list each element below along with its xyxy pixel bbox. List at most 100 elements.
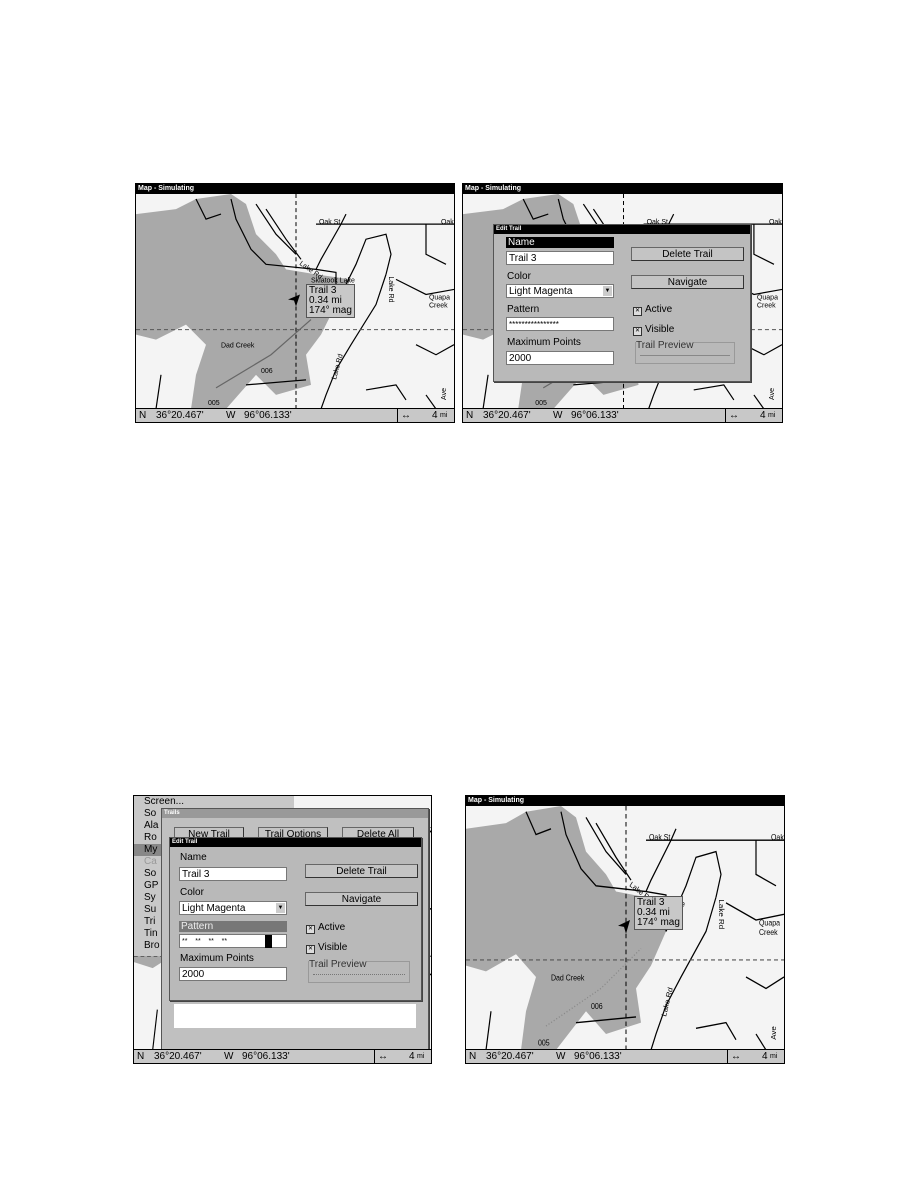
waypoint-005[interactable]: 005: [535, 400, 547, 407]
map-screen-edit-trail: Map - Simulating Oak St Oak Skiatook Lak…: [462, 183, 783, 423]
menu-item[interactable]: Screen...: [134, 796, 294, 808]
label-quapaw: Quapa: [757, 294, 778, 301]
color-dropdown[interactable]: Light Magenta ▼: [179, 901, 287, 915]
longitude: 96°06.133': [574, 1051, 622, 1062]
map-view[interactable]: Oak St Oak Skiatook Lake Lake Rd Lake Rd…: [466, 806, 784, 1050]
color-value: Light Magenta: [509, 286, 573, 297]
checkbox-checked-icon: ✕: [633, 307, 642, 316]
pattern-label: Pattern: [179, 921, 287, 932]
scale-value: 4: [409, 1051, 415, 1062]
lat-hemisphere: N: [139, 410, 147, 421]
color-label: Color: [180, 887, 204, 898]
trail-preview-line: [640, 355, 730, 356]
trail-bearing: 174° mag: [637, 917, 680, 928]
trail-preview: Trail Preview: [308, 959, 410, 983]
trails-menu-screen: Oak St Oak Skiatook Lake Lake Rd Lake Rd…: [133, 795, 432, 1064]
scale-unit: mi: [440, 412, 448, 419]
trail-preview-label: Trail Preview: [309, 959, 367, 970]
waypoint-005[interactable]: 005: [538, 1038, 550, 1048]
zoom-scale[interactable]: ↔ 4 mi: [727, 1050, 784, 1063]
range-arrows-icon: ↔: [729, 410, 739, 421]
label-creek: Creek: [429, 303, 448, 310]
waypoint-006[interactable]: 006: [591, 1002, 603, 1012]
range-arrows-icon: ↔: [401, 410, 411, 421]
zoom-scale[interactable]: ↔ 4 mi: [725, 409, 782, 422]
pattern-value: ** ** ** **: [182, 938, 228, 945]
label-oak: Oak: [771, 833, 784, 843]
longitude: 96°06.133': [242, 1051, 290, 1062]
color-value: Light Magenta: [182, 903, 246, 914]
status-bar: N 36°20.467' W 96°06.133' ↔ 4 mi: [466, 1049, 784, 1063]
zoom-scale[interactable]: ↔ 4 mi: [397, 409, 454, 422]
max-points-field[interactable]: 2000: [179, 967, 287, 981]
scale-unit: mi: [417, 1053, 425, 1060]
visible-checkbox[interactable]: ✕ Visible: [633, 324, 674, 336]
scale-value: 4: [432, 410, 438, 421]
screen-title: Map - Simulating: [463, 184, 782, 194]
map-screen-trail-dotted: Map - Simulating Oak St Oak Skiatook Lak…: [465, 795, 785, 1064]
trail-preview-label: Trail Preview: [636, 340, 694, 351]
name-label: Name: [180, 852, 207, 863]
name-label: Name: [506, 237, 614, 248]
delete-trail-button[interactable]: Delete Trail: [631, 247, 744, 261]
label-lake-rd: Lake Rd: [387, 276, 394, 302]
label-creek: Creek: [759, 927, 778, 937]
delete-trail-button[interactable]: Delete Trail: [305, 864, 418, 878]
map-graphic: Oak St Oak Skiatook Lake Lake Rd Lake Rd…: [466, 806, 784, 1050]
label-oak-st: Oak St: [649, 833, 671, 843]
name-field[interactable]: Trail 3: [179, 867, 287, 881]
max-points-label: Maximum Points: [180, 953, 254, 964]
lat-hemisphere: N: [466, 410, 474, 421]
pattern-field[interactable]: ****************: [506, 317, 614, 331]
pattern-field[interactable]: ** ** ** **: [179, 934, 287, 948]
checkbox-checked-icon: ✕: [633, 327, 642, 336]
status-bar: N 36°20.467' W 96°06.133' ↔ 4 mi: [134, 1049, 431, 1063]
lon-hemisphere: W: [226, 410, 236, 421]
max-points-field[interactable]: 2000: [506, 351, 614, 365]
scale-unit: mi: [770, 1053, 778, 1060]
status-bar: N 36°20.467' W 96°06.133' ↔ 4 mi: [136, 408, 454, 422]
name-field[interactable]: Trail 3: [506, 251, 614, 265]
latitude: 36°20.467': [154, 1051, 202, 1062]
text-cursor: [265, 935, 272, 948]
dialog-title: Edit Trail: [170, 838, 421, 847]
color-dropdown[interactable]: Light Magenta ▼: [506, 284, 614, 298]
label-dad-creek: Dad Creek: [551, 973, 585, 983]
map-screen-trail-info: Map - Simulating Oak St Oak Skiatook Lak…: [135, 183, 455, 423]
screen-title: Map - Simulating: [136, 184, 454, 194]
trail-info-popup: Trail 3 0.34 mi 174° mag: [306, 284, 355, 318]
lon-hemisphere: W: [556, 1051, 566, 1062]
edit-trail-dialog: Edit Trail Name Trail 3 Color Light Mage…: [169, 837, 422, 1001]
map-view[interactable]: Oak St Oak Skiatook Lake Lake Rd Lake Rd…: [136, 194, 454, 409]
active-checkbox[interactable]: ✕ Active: [633, 304, 672, 316]
waypoint-006[interactable]: 006: [261, 368, 273, 375]
lon-hemisphere: W: [224, 1051, 234, 1062]
trail-preview: Trail Preview: [635, 340, 735, 364]
map-graphic: Oak St Oak Skiatook Lake Lake Rd Lake Rd…: [136, 194, 454, 409]
visible-checkbox[interactable]: ✕ Visible: [306, 942, 347, 954]
label-lake-rd: Lake Rd: [717, 899, 725, 929]
active-checkbox[interactable]: ✕ Active: [306, 922, 345, 934]
trail-info-popup: Trail 3 0.34 mi 174° mag: [634, 896, 683, 930]
screen-title: Map - Simulating: [466, 796, 784, 806]
range-arrows-icon: ↔: [378, 1051, 388, 1062]
pattern-label: Pattern: [507, 304, 540, 315]
trail-preview-line: [313, 974, 405, 975]
navigate-button[interactable]: Navigate: [631, 275, 744, 289]
label-creek: Creek: [757, 303, 776, 310]
navigate-button[interactable]: Navigate: [305, 892, 418, 906]
lon-hemisphere: W: [553, 410, 563, 421]
label-dad-creek: Dad Creek: [221, 343, 255, 350]
range-arrows-icon: ↔: [731, 1051, 741, 1062]
label-oak: Oak: [441, 219, 454, 226]
label-ave: Ave: [769, 1026, 777, 1040]
scale-value: 4: [760, 410, 766, 421]
dialog-title: Edit Trail: [494, 225, 750, 234]
dialog-title: Trails: [162, 809, 428, 818]
waypoint-005[interactable]: 005: [208, 400, 220, 407]
trails-list[interactable]: [174, 1004, 416, 1028]
label-ave: Ave: [769, 388, 776, 400]
scale-unit: mi: [768, 412, 776, 419]
latitude: 36°20.467': [483, 410, 531, 421]
zoom-scale[interactable]: ↔ 4 mi: [374, 1050, 431, 1063]
